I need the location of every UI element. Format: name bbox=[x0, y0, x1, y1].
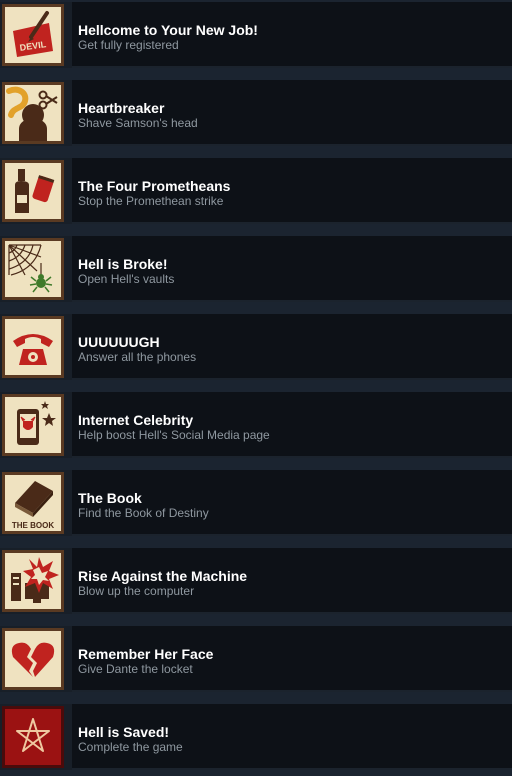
achievement-row[interactable]: Remember Her Face Give Dante the locket bbox=[0, 626, 512, 692]
achievement-description: Complete the game bbox=[78, 740, 183, 754]
achievement-description: Help boost Hell's Social Media page bbox=[78, 428, 270, 442]
achievement-description: Shave Samson's head bbox=[78, 116, 198, 130]
telephone-icon bbox=[2, 316, 64, 378]
devil-contract-icon: DEVIL bbox=[2, 4, 64, 66]
achievement-title: Heartbreaker bbox=[78, 100, 165, 116]
achievement-description: Open Hell's vaults bbox=[78, 272, 175, 286]
scissors-hair-icon bbox=[2, 82, 64, 144]
achievement-title: The Book bbox=[78, 490, 142, 506]
smartphone-stars-icon bbox=[2, 394, 64, 456]
pentagram-icon bbox=[2, 706, 64, 768]
achievement-title: Hellcome to Your New Job! bbox=[78, 22, 258, 38]
achievement-list: DEVIL Hellcome to Your New Job! Get full… bbox=[0, 0, 512, 776]
achievement-description: Find the Book of Destiny bbox=[78, 506, 209, 520]
achievement-row[interactable]: Rise Against the Machine Blow up the com… bbox=[0, 548, 512, 614]
achievement-title: UUUUUUGH bbox=[78, 334, 160, 350]
achievement-row[interactable]: The Four Prometheans Stop the Promethean… bbox=[0, 158, 512, 224]
spider-web-icon bbox=[2, 238, 64, 300]
book-label: THE BOOK bbox=[12, 521, 54, 530]
achievement-description: Stop the Promethean strike bbox=[78, 194, 224, 208]
broken-heart-icon bbox=[2, 628, 64, 690]
achievement-row[interactable]: UUUUUUGH Answer all the phones bbox=[0, 314, 512, 380]
achievement-title: Hell is Broke! bbox=[78, 256, 168, 272]
achievement-description: Get fully registered bbox=[78, 38, 179, 52]
achievement-title: Hell is Saved! bbox=[78, 724, 170, 740]
achievement-description: Give Dante the locket bbox=[78, 662, 193, 676]
achievement-title: Rise Against the Machine bbox=[78, 568, 248, 584]
computer-explosion-icon bbox=[2, 550, 64, 612]
book-icon: THE BOOK bbox=[2, 472, 64, 534]
achievement-row[interactable]: Heartbreaker Shave Samson's head bbox=[0, 80, 512, 146]
achievement-row[interactable]: THE BOOK The Book Find the Book of Desti… bbox=[0, 470, 512, 536]
achievement-row[interactable]: DEVIL Hellcome to Your New Job! Get full… bbox=[0, 2, 512, 68]
achievement-description: Answer all the phones bbox=[78, 350, 197, 364]
bottle-can-icon bbox=[2, 160, 64, 222]
achievement-row[interactable]: Hell is Saved! Complete the game bbox=[0, 704, 512, 770]
achievement-description: Blow up the computer bbox=[78, 584, 195, 598]
achievement-title: Remember Her Face bbox=[78, 646, 214, 662]
achievement-title: The Four Prometheans bbox=[78, 178, 231, 194]
achievement-title: Internet Celebrity bbox=[78, 412, 194, 428]
achievement-row[interactable]: Internet Celebrity Help boost Hell's Soc… bbox=[0, 392, 512, 458]
achievement-row[interactable]: Hell is Broke! Open Hell's vaults bbox=[0, 236, 512, 302]
